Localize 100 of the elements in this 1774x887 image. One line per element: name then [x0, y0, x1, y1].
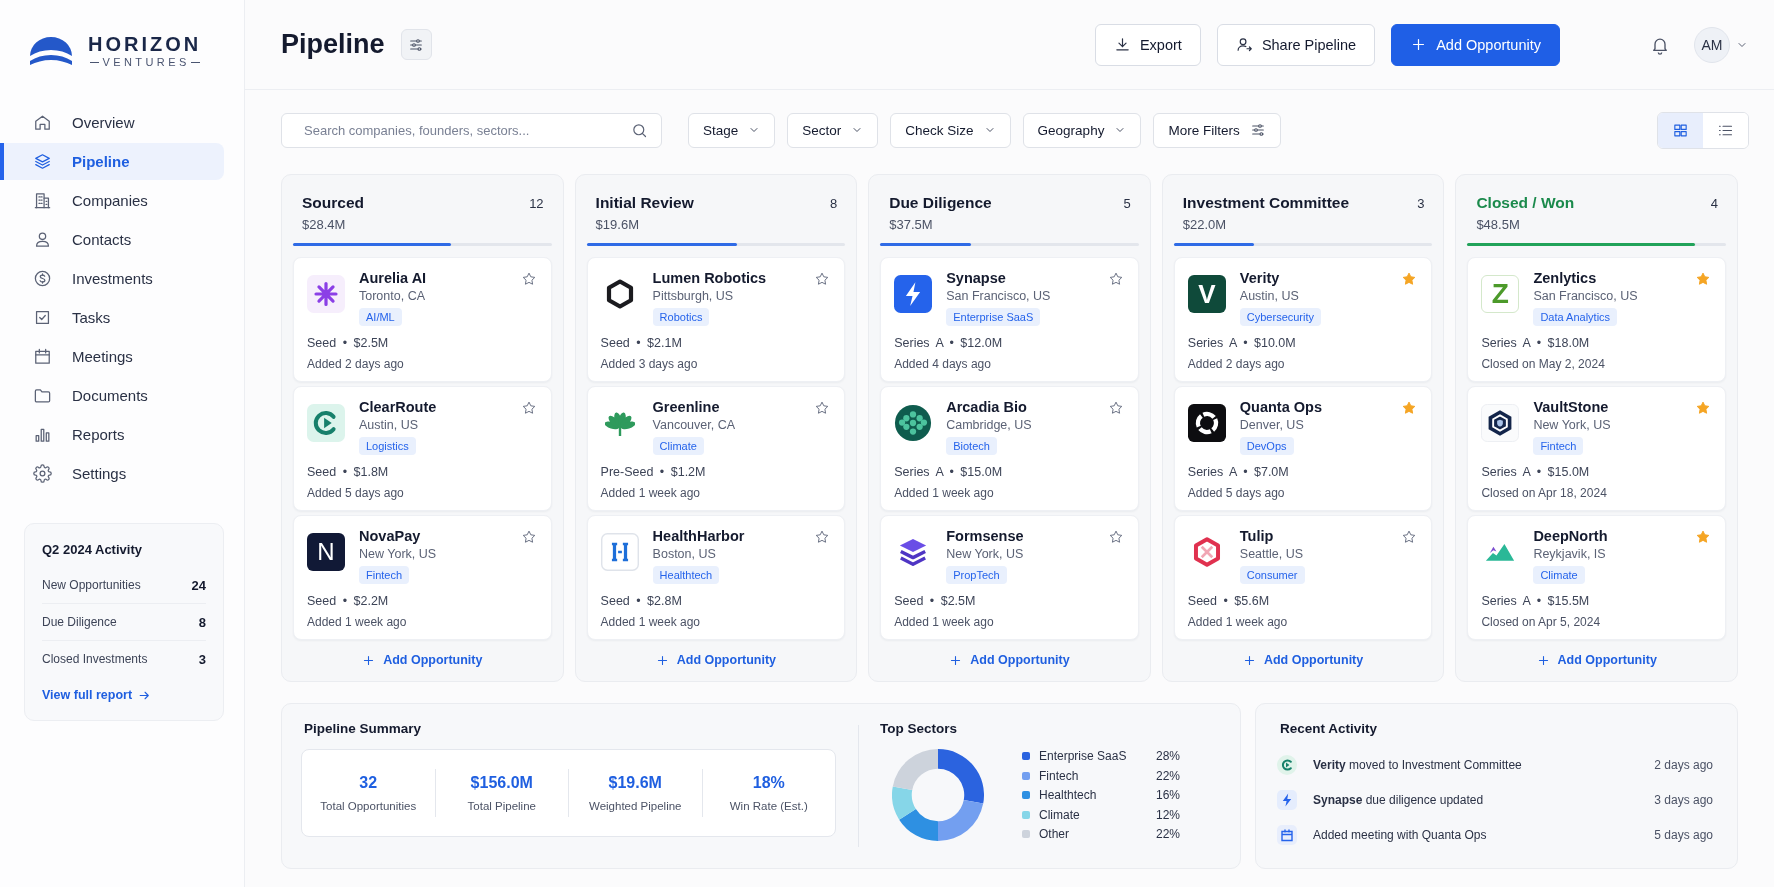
nav-item[interactable]: Meetings: [0, 338, 224, 375]
opportunity-card[interactable]: ClearRoute Austin, US Logistics Seed • $1.8M Added 5 days ago: [293, 386, 552, 511]
sector-tag: Fintech: [359, 566, 410, 584]
nav-item[interactable]: Contacts: [0, 221, 224, 258]
grid-view-button[interactable]: [1658, 112, 1703, 148]
add-opportunity-button[interactable]: Add Opportunity: [1238, 649, 1368, 671]
user-share-icon: [1235, 36, 1253, 53]
add-opportunity-button[interactable]: Add Opportunity: [651, 649, 781, 671]
panel-title: Top Sectors: [879, 720, 957, 737]
opportunity-card[interactable]: VaultStone New York, US Fintech Series A • $15.0M Closed on Apr 18, 2024: [1467, 386, 1726, 511]
opportunity-card[interactable]: Aurelia AI Toronto, CA AI/ML Seed • $2.5M Added 2 days ago: [293, 257, 552, 382]
opportunity-card[interactable]: N NovaPay New York, US Fintech Seed • $2.2M Added 1 week ago: [293, 515, 552, 640]
star-icon[interactable]: [1401, 400, 1418, 416]
star-icon[interactable]: [814, 400, 831, 416]
deal-date: Added 5 days ago: [307, 485, 405, 502]
filter-dropdown[interactable]: Stage: [688, 112, 776, 148]
deal-info: Seed • $2.5M: [894, 593, 977, 610]
add-opportunity-button[interactable]: Add Opportunity: [945, 649, 1074, 671]
opportunity-card[interactable]: V Verity Austin, US Cybersecurity Series A • $10.0M Added 2 days ago: [1173, 257, 1433, 382]
opportunity-card[interactable]: DeepNorth Reykjavik, IS Climate Series A • $15.5M Closed on Apr 5, 2024: [1467, 515, 1726, 640]
avatar[interactable]: AM: [1694, 26, 1730, 63]
deal-info: Series A • $18.0M: [1481, 335, 1591, 352]
brand-tagline: VENTURES: [102, 56, 190, 69]
dotted-circle-logo-icon: [894, 404, 933, 442]
nav-item[interactable]: Investments: [0, 260, 224, 297]
deal-date: Added 3 days ago: [600, 356, 699, 373]
asterisk-logo-icon: [307, 275, 345, 313]
star-icon[interactable]: [520, 271, 537, 287]
star-icon[interactable]: [814, 271, 831, 287]
activity-time: 3 days ago: [1654, 793, 1713, 807]
star-icon[interactable]: [520, 529, 537, 545]
opportunity-card[interactable]: Tulip Seattle, US Consumer Seed • $5.6M Added 1 week ago: [1173, 515, 1433, 640]
search-field[interactable]: Search companies, founders, sectors...: [281, 112, 662, 148]
column-title: Closed / Won: [1476, 193, 1575, 213]
nav-item[interactable]: Overview: [0, 104, 224, 141]
add-opportunity-button[interactable]: Add Opportunity: [1391, 23, 1560, 66]
sector-tag: DevOps: [1239, 437, 1294, 455]
star-icon[interactable]: [1107, 400, 1124, 416]
nav-item[interactable]: Documents: [0, 377, 224, 414]
opportunity-card[interactable]: HealthHarbor Boston, US Healthtech Seed • $2.8M Added 1 week ago: [586, 515, 846, 640]
opportunity-card[interactable]: Z Zenlytics San Francisco, US Data Analytics Series A • $18.0M Closed on May 2, 2024: [1467, 257, 1726, 382]
stat-label: Win Rate (Est.): [729, 798, 808, 813]
export-button[interactable]: Export: [1094, 23, 1201, 66]
opportunity-card[interactable]: Synapse San Francisco, US Enterprise SaaS Series A • $12.0M Added 4 days ago: [880, 257, 1139, 382]
company-name: Zenlytics: [1533, 269, 1597, 287]
filter-dropdown[interactable]: Sector: [787, 112, 879, 148]
opportunity-card[interactable]: Lumen Robotics Pittsburgh, US Robotics Seed • $2.1M Added 3 days ago: [586, 257, 846, 382]
sector-tag: Consumer: [1239, 566, 1305, 584]
nav-item[interactable]: Tasks: [0, 299, 224, 336]
activity-label: New Opportunities: [42, 578, 141, 592]
star-icon[interactable]: [520, 400, 537, 416]
star-icon[interactable]: [1695, 400, 1711, 416]
legend-value: 28%: [1155, 749, 1180, 764]
panel-title: Recent Activity: [1279, 720, 1378, 737]
filter-dropdown[interactable]: Geography: [1022, 112, 1142, 148]
company-name: Verity: [1239, 269, 1280, 287]
nav-item[interactable]: Reports: [0, 416, 224, 453]
company-name: Lumen Robotics: [652, 269, 767, 287]
deal-date: Closed on Apr 18, 2024: [1481, 485, 1608, 502]
view-settings-button[interactable]: [400, 29, 432, 60]
more-filters-button[interactable]: More Filters: [1153, 112, 1281, 148]
nav-item[interactable]: Companies: [0, 182, 224, 219]
legend-value: 22%: [1155, 768, 1180, 783]
view-report-link[interactable]: View full report: [42, 686, 152, 704]
sector-tag: Climate: [1533, 566, 1585, 584]
star-icon[interactable]: [1401, 271, 1418, 287]
deal-date: Added 1 week ago: [894, 614, 995, 631]
company-name: ClearRoute: [359, 398, 437, 416]
star-icon[interactable]: [1401, 529, 1418, 545]
person-icon: [33, 230, 52, 249]
layers-icon: [33, 152, 52, 171]
add-opportunity-button[interactable]: Add Opportunity: [358, 649, 487, 671]
opportunity-card[interactable]: Quanta Ops Denver, US DevOps Series A • $7.0M Added 5 days ago: [1173, 386, 1433, 511]
deal-info: Series A • $15.5M: [1481, 593, 1591, 610]
home-icon: [33, 113, 52, 132]
nav-item[interactable]: Pipeline: [0, 143, 224, 180]
opportunity-card[interactable]: Greenline Vancouver, CA Climate Pre-Seed • $1.2M Added 1 week ago: [586, 386, 846, 511]
star-icon[interactable]: [814, 529, 831, 545]
plus-icon: [1242, 653, 1256, 667]
nav-item[interactable]: Settings: [0, 455, 224, 492]
logo-icon: [28, 34, 74, 68]
hexagon-shield-logo-icon: [1481, 404, 1520, 442]
opportunity-card[interactable]: Formsense New York, US PropTech Seed • $2.5M Added 1 week ago: [880, 515, 1139, 640]
legend-label: Enterprise SaaS: [1039, 749, 1127, 764]
sector-tag: Logistics: [359, 437, 416, 455]
sector-tag: Biotech: [946, 437, 997, 455]
logo-monogram: V: [1187, 275, 1226, 313]
plus-icon: [949, 653, 963, 667]
star-icon[interactable]: [1695, 271, 1711, 287]
filter-dropdown[interactable]: Check Size: [890, 112, 1011, 148]
star-icon[interactable]: [1107, 529, 1124, 545]
legend-label: Climate: [1039, 807, 1080, 822]
add-opportunity-button[interactable]: Add Opportunity: [1532, 649, 1661, 671]
opportunity-card[interactable]: Arcadia Bio Cambridge, US Biotech Series A • $15.0M Added 1 week ago: [880, 386, 1139, 511]
company-name: Aurelia AI: [359, 269, 427, 287]
activity-value: 8: [198, 614, 206, 630]
sliders-icon: [408, 36, 425, 53]
share-button[interactable]: Share Pipeline: [1216, 23, 1376, 66]
star-icon[interactable]: [1107, 271, 1124, 287]
star-icon[interactable]: [1695, 529, 1711, 545]
